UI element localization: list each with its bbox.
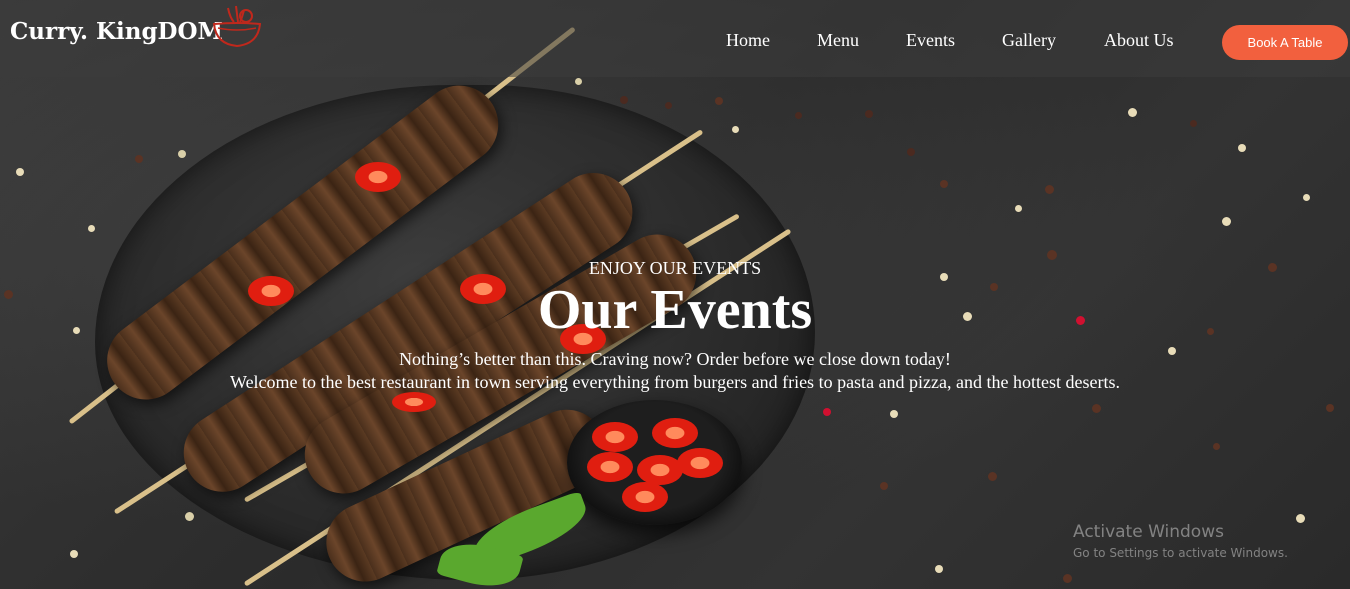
nav-about-us[interactable]: About Us — [1104, 30, 1174, 51]
brand-name[interactable]: Curry. KingDOM — [10, 18, 223, 45]
nav-menu[interactable]: Menu — [817, 30, 859, 51]
activate-windows-title: Activate Windows — [1073, 522, 1224, 542]
chili-slice — [392, 392, 436, 412]
site-header: Curry. KingDOM Home Menu Events Gallery … — [0, 0, 1350, 77]
cooking-pot-icon — [212, 5, 262, 48]
hero-title: Our Events — [537, 279, 813, 341]
hero-description: Welcome to the best restaurant in town s… — [230, 372, 1120, 392]
nav-gallery[interactable]: Gallery — [1002, 30, 1056, 51]
activate-windows-subtitle: Go to Settings to activate Windows. — [1073, 546, 1288, 560]
hero-eyebrow: ENJOY OUR EVENTS — [588, 258, 762, 278]
nav-events[interactable]: Events — [906, 30, 955, 51]
hero-section: Curry. KingDOM Home Menu Events Gallery … — [0, 0, 1350, 589]
chili-slice — [355, 162, 401, 192]
book-a-table-button[interactable]: Book A Table — [1222, 25, 1348, 60]
hero-tagline: Nothing’s better than this. Craving now?… — [399, 349, 951, 369]
nav-home[interactable]: Home — [726, 30, 770, 51]
chili-bowl — [567, 400, 742, 525]
